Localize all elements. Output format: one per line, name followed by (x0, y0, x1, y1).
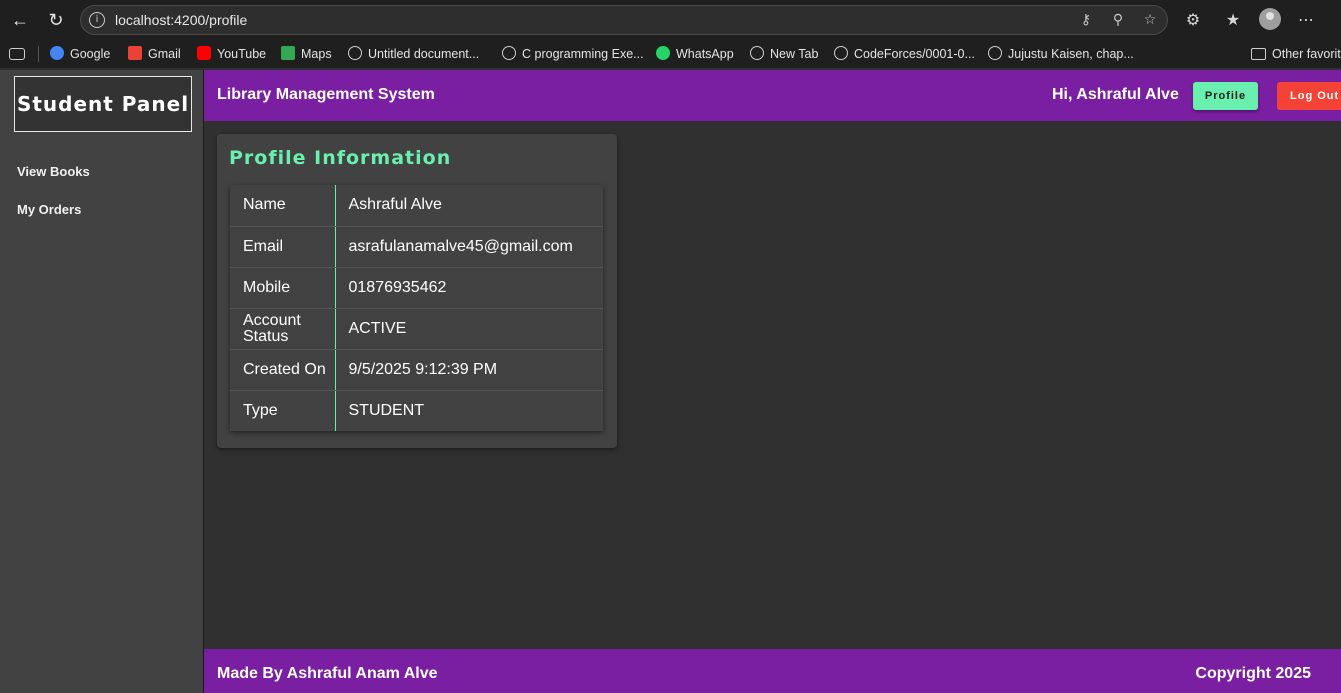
google-icon (50, 46, 64, 60)
bookmark-google[interactable]: Google (50, 45, 110, 63)
sidebar: Student Panel View Books My Orders (0, 70, 204, 693)
bookmark-youtube[interactable]: YouTube (197, 45, 266, 63)
bookmarks-bar: Google Gmail YouTube Maps Untitled docum… (0, 40, 1341, 68)
table-row: Mobile 01876935462 (230, 267, 603, 309)
table-row: Name Ashraful Alve (230, 185, 603, 227)
bookmark-maps[interactable]: Maps (281, 45, 332, 63)
favorite-star-icon[interactable]: ☆ (1141, 11, 1159, 29)
row-value: 9/5/2025 9:12:39 PM (335, 349, 603, 391)
greeting: Hi, Ashraful Alve (1052, 86, 1179, 103)
footer-copyright: Copyright 2025 (1195, 665, 1311, 682)
row-value: asrafulanamalve45@gmail.com (335, 226, 603, 268)
globe-icon (834, 46, 848, 60)
row-value: ACTIVE (335, 308, 603, 350)
reload-icon[interactable]: ↻ (45, 9, 67, 31)
other-favorites[interactable]: Other favorit (1251, 45, 1341, 63)
row-value: 01876935462 (335, 267, 603, 309)
profile-card-title: Profile Information (229, 147, 452, 169)
table-row: Account Status ACTIVE (230, 308, 603, 350)
back-arrow-icon[interactable]: ← (9, 9, 31, 31)
app-footer: Made By Ashraful Anam Alve Copyright 202… (204, 649, 1341, 693)
maps-icon (281, 46, 295, 60)
bookmark-whatsapp[interactable]: WhatsApp (656, 45, 734, 63)
browser-toolbar: ← ↻ i localhost:4200/profile ⚷ ⚲ ☆ ⚙ ★ ⋯ (0, 0, 1341, 40)
bookmark-untitled-document[interactable]: Untitled document... (348, 45, 479, 63)
profile-card: Profile Information Name Ashraful Alve E… (217, 134, 617, 448)
extensions-icon[interactable]: ⚙ (1182, 9, 1204, 31)
table-row: Created On 9/5/2025 9:12:39 PM (230, 349, 603, 391)
globe-icon (348, 46, 362, 60)
globe-icon (502, 46, 516, 60)
app-title: Library Management System (217, 86, 435, 103)
site-info-icon[interactable]: i (89, 12, 105, 28)
folder-icon (1251, 48, 1266, 60)
sidebar-item-view-books[interactable]: View Books (17, 164, 90, 179)
table-row: Type STUDENT (230, 390, 603, 431)
youtube-icon (197, 46, 211, 60)
gmail-icon (128, 46, 142, 60)
footer-credit: Made By Ashraful Anam Alve (217, 665, 438, 682)
bookmark-new-tab[interactable]: New Tab (750, 45, 818, 63)
bookmark-jujutsu-kaisen[interactable]: Jujustu Kaisen, chap... (988, 45, 1134, 63)
address-bar[interactable]: i localhost:4200/profile ⚷ ⚲ ☆ (80, 5, 1168, 35)
logout-button[interactable]: Log Out (1277, 82, 1341, 110)
globe-icon (750, 46, 764, 60)
student-panel-title: Student Panel (14, 76, 192, 132)
table-row: Email asrafulanamalve45@gmail.com (230, 226, 603, 268)
row-key: Name (230, 185, 336, 227)
bookmark-codeforces[interactable]: CodeForces/0001-0... (834, 45, 975, 63)
whatsapp-icon (656, 46, 670, 60)
profile-table: Name Ashraful Alve Email asrafulanamalve… (230, 185, 603, 431)
profile-avatar-icon[interactable] (1259, 8, 1281, 30)
favorites-icon[interactable]: ★ (1222, 9, 1244, 31)
row-value: Ashraful Alve (335, 185, 603, 227)
row-value: STUDENT (348, 401, 425, 419)
app-header: Library Management System Hi, Ashraful A… (204, 70, 1341, 121)
globe-icon (988, 46, 1002, 60)
key-icon[interactable]: ⚷ (1077, 11, 1095, 29)
row-key: Mobile (230, 267, 336, 309)
row-key: Type (230, 390, 336, 431)
sidebar-toggle-icon[interactable] (9, 45, 31, 63)
more-options-icon[interactable]: ⋯ (1295, 9, 1317, 31)
url-text[interactable]: localhost:4200/profile (115, 12, 247, 28)
bookmarks-divider (38, 46, 39, 62)
bookmark-c-programming[interactable]: C programming Exe... (502, 45, 644, 63)
sidebar-item-my-orders[interactable]: My Orders (17, 202, 81, 217)
zoom-icon[interactable]: ⚲ (1109, 11, 1127, 29)
row-key: Email (230, 226, 336, 268)
row-key: Created On (230, 349, 336, 391)
profile-button[interactable]: Profile (1193, 82, 1258, 110)
bookmark-gmail[interactable]: Gmail (128, 45, 181, 63)
row-key: Account Status (230, 308, 336, 350)
